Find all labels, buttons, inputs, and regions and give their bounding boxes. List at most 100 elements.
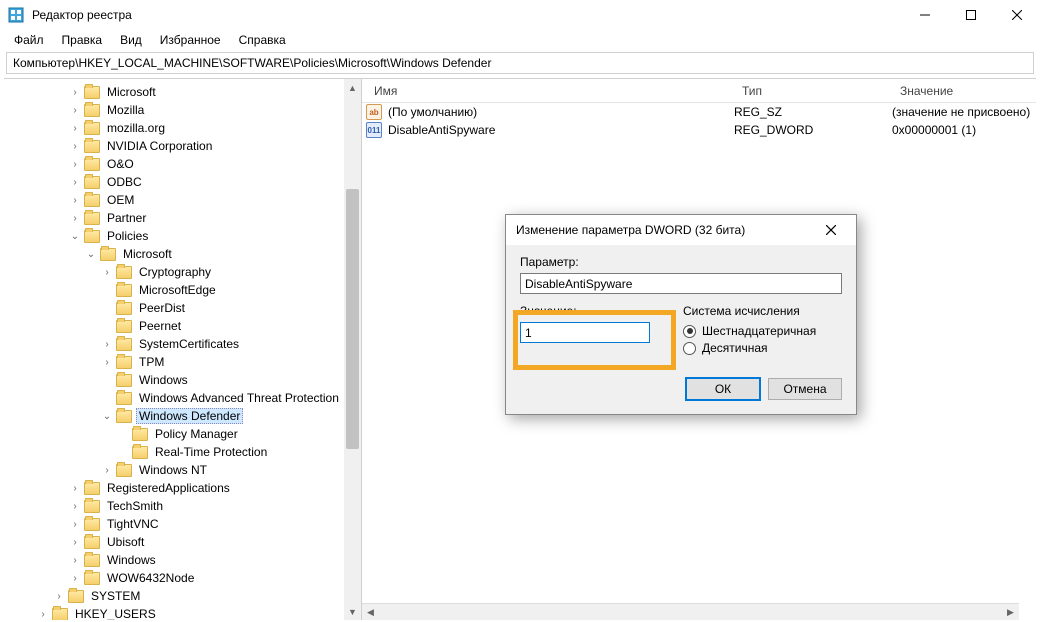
folder-icon (116, 320, 132, 333)
chevron-right-icon[interactable]: › (68, 571, 82, 585)
tree-node[interactable]: ›OEM (4, 191, 361, 209)
tree-node[interactable]: ›Windows (4, 551, 361, 569)
tree-node[interactable]: ›TightVNC (4, 515, 361, 533)
chevron-right-icon[interactable]: › (68, 85, 82, 99)
scroll-up-icon[interactable]: ▲ (344, 79, 361, 96)
chevron-right-icon[interactable]: › (52, 589, 66, 603)
chevron-right-icon[interactable]: › (68, 535, 82, 549)
address-bar[interactable]: Компьютер\HKEY_LOCAL_MACHINE\SOFTWARE\Po… (6, 52, 1034, 74)
tree-node[interactable]: ›Microsoft (4, 83, 361, 101)
tree-node-label: Windows Defender (136, 408, 243, 424)
tree-node[interactable]: › TechSmith (4, 497, 361, 515)
tree-node[interactable]: Windows Advanced Threat Protection (4, 389, 361, 407)
chevron-right-icon[interactable]: › (68, 157, 82, 171)
tree-node-label: SystemCertificates (136, 337, 242, 351)
tree-node[interactable]: ⌄Policies (4, 227, 361, 245)
dialog-title-bar[interactable]: Изменение параметра DWORD (32 бита) (506, 215, 856, 245)
menu-edit[interactable]: Правка (54, 31, 111, 49)
chevron-right-icon[interactable]: › (68, 517, 82, 531)
col-header-value[interactable]: Значение (892, 84, 1036, 98)
chevron-right-icon[interactable]: › (68, 139, 82, 153)
col-header-name[interactable]: Имя (366, 84, 734, 98)
chevron-right-icon[interactable]: › (68, 103, 82, 117)
tree-node[interactable]: Peernet (4, 317, 361, 335)
tree-node-label: Peernet (136, 319, 184, 333)
tree-node[interactable]: Windows (4, 371, 361, 389)
chevron-right-icon[interactable]: › (36, 607, 50, 620)
value-row[interactable]: ab(По умолчанию)REG_SZ(значение не присв… (362, 103, 1036, 121)
scroll-thumb[interactable] (346, 189, 359, 449)
tree-node-label: ODBC (104, 175, 145, 189)
minimize-button[interactable] (902, 0, 948, 30)
tree-node-label: TechSmith (104, 499, 166, 513)
tree-node[interactable]: Policy Manager (4, 425, 361, 443)
close-button[interactable] (994, 0, 1040, 30)
menu-view[interactable]: Вид (112, 31, 150, 49)
tree-node[interactable]: ›SYSTEM (4, 587, 361, 605)
scroll-right-icon[interactable]: ▶ (1002, 607, 1019, 618)
tree-node[interactable]: ›RegisteredApplications (4, 479, 361, 497)
folder-icon (84, 212, 100, 225)
menu-favorites[interactable]: Избранное (152, 31, 229, 49)
radio-hex[interactable]: Шестнадцатеричная (683, 324, 842, 338)
tree-node[interactable]: › ODBC (4, 173, 361, 191)
chevron-right-icon[interactable]: › (100, 265, 114, 279)
chevron-down-icon[interactable]: ⌄ (100, 409, 114, 423)
chevron-right-icon[interactable]: › (68, 481, 82, 495)
tree-node[interactable]: ›HKEY_USERS (4, 605, 361, 620)
tree-node[interactable]: ⌄Microsoft (4, 245, 361, 263)
ok-button[interactable]: ОК (686, 378, 760, 400)
dialog-close-button[interactable] (816, 216, 846, 244)
expander-placeholder (116, 427, 130, 441)
tree-node[interactable]: ›Mozilla (4, 101, 361, 119)
radio-dec[interactable]: Десятичная (683, 341, 842, 355)
value-row[interactable]: 011DisableAntiSpywareREG_DWORD0x00000001… (362, 121, 1036, 139)
chevron-down-icon[interactable]: ⌄ (84, 247, 98, 261)
tree-node[interactable]: ›Cryptography (4, 263, 361, 281)
chevron-right-icon[interactable]: › (68, 211, 82, 225)
tree-node[interactable]: ⌄ Windows Defender (4, 407, 361, 425)
chevron-right-icon[interactable]: › (68, 499, 82, 513)
tree-node[interactable]: ›Ubisoft (4, 533, 361, 551)
radio-dec-label: Десятичная (702, 341, 768, 355)
chevron-right-icon[interactable]: › (100, 355, 114, 369)
chevron-right-icon[interactable]: › (100, 463, 114, 477)
list-hscrollbar[interactable]: ◀ ▶ (362, 603, 1019, 620)
expander-placeholder (100, 301, 114, 315)
tree-pane[interactable]: ›Microsoft›Mozilla›mozilla.org›NVIDIA Co… (4, 79, 362, 620)
chevron-right-icon[interactable]: › (68, 553, 82, 567)
maximize-button[interactable] (948, 0, 994, 30)
tree-node-label: WOW6432Node (104, 571, 197, 585)
tree-node[interactable]: ›TPM (4, 353, 361, 371)
tree-node[interactable]: ›Windows NT (4, 461, 361, 479)
folder-icon (84, 572, 100, 585)
menu-help[interactable]: Справка (231, 31, 294, 49)
tree-node[interactable]: › SystemCertificates (4, 335, 361, 353)
folder-icon (116, 338, 132, 351)
tree-node[interactable]: ›mozilla.org (4, 119, 361, 137)
tree-node-label: O&O (104, 157, 137, 171)
tree-node[interactable]: Real-Time Protection (4, 443, 361, 461)
tree-node[interactable]: ›NVIDIA Corporation (4, 137, 361, 155)
chevron-right-icon[interactable]: › (68, 193, 82, 207)
value-field[interactable] (520, 322, 650, 343)
chevron-down-icon[interactable]: ⌄ (68, 229, 82, 243)
folder-icon (84, 158, 100, 171)
chevron-right-icon[interactable]: › (68, 121, 82, 135)
tree-node-label: Windows (136, 373, 191, 387)
chevron-right-icon[interactable]: › (68, 175, 82, 189)
scroll-left-icon[interactable]: ◀ (362, 607, 379, 618)
cancel-button[interactable]: Отмена (768, 378, 842, 400)
col-header-type[interactable]: Тип (734, 84, 892, 98)
tree-node[interactable]: PeerDist (4, 299, 361, 317)
chevron-right-icon[interactable]: › (100, 337, 114, 351)
tree-scrollbar[interactable]: ▲ ▼ (344, 79, 361, 620)
value-name: DisableAntiSpyware (388, 123, 495, 137)
tree-node[interactable]: › O&O (4, 155, 361, 173)
tree-node[interactable]: MicrosoftEdge (4, 281, 361, 299)
tree-node[interactable]: ›Partner (4, 209, 361, 227)
tree-node[interactable]: › WOW6432Node (4, 569, 361, 587)
menu-file[interactable]: Файл (6, 31, 52, 49)
scroll-down-icon[interactable]: ▼ (344, 603, 361, 620)
dialog-title: Изменение параметра DWORD (32 бита) (516, 223, 816, 237)
